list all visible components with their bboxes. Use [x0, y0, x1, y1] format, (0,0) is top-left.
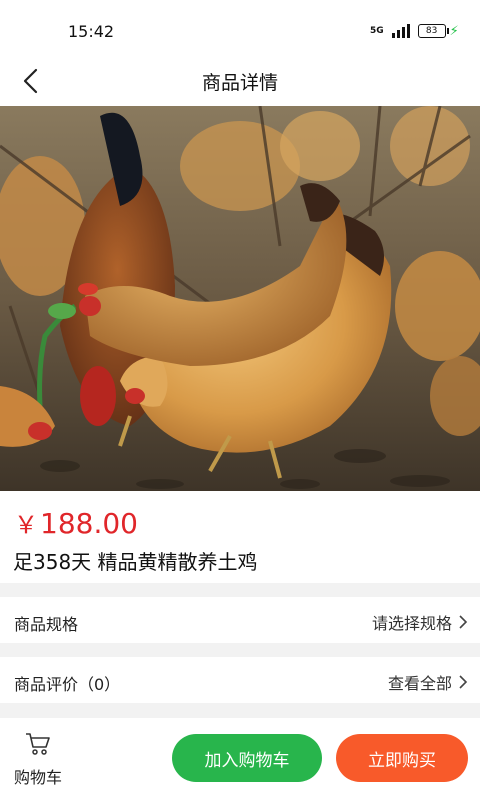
- battery-icon: 83 ⚡: [417, 23, 459, 39]
- chevron-right-icon: [459, 615, 468, 629]
- cart-label: 购物车: [13, 768, 62, 787]
- buy-now-button[interactable]: 立即购买: [336, 734, 468, 782]
- status-icons: 5G 83 ⚡: [370, 22, 459, 40]
- price-block: ￥188.00 足358天 精品黄精散养土鸡: [0, 491, 480, 583]
- bottom-action-bar: 购物车 加入购物车 立即购买: [0, 718, 480, 800]
- chevron-right-icon: [459, 675, 468, 689]
- charging-icon: ⚡: [449, 23, 459, 39]
- status-bar: 15:42 5G 83 ⚡: [0, 0, 480, 56]
- spec-value: 请选择规格: [371, 614, 452, 633]
- view-all-label: 查看全部: [387, 674, 452, 693]
- battery-level: 83: [417, 24, 446, 38]
- product-price: ￥188.00: [14, 505, 138, 540]
- currency-symbol: ￥: [14, 511, 38, 539]
- nav-bar: 商品详情: [0, 56, 480, 106]
- add-to-cart-button[interactable]: 加入购物车: [172, 734, 322, 782]
- signal-icon: [391, 24, 410, 38]
- page-title: 商品详情: [201, 72, 278, 94]
- spec-label: 商品规格: [14, 615, 79, 634]
- spec-row[interactable]: 商品规格 请选择规格: [0, 597, 480, 643]
- status-time: 15:42: [68, 22, 115, 41]
- price-value: 188.00: [40, 507, 138, 540]
- network-label: 5G: [370, 25, 384, 36]
- review-label: 商品评价（0）: [14, 675, 121, 694]
- spec-selector[interactable]: 请选择规格: [372, 610, 468, 634]
- cart-tab[interactable]: 购物车: [10, 732, 66, 792]
- review-row[interactable]: 商品评价（0） 查看全部: [0, 657, 480, 703]
- view-all-reviews[interactable]: 查看全部: [388, 670, 468, 694]
- product-title: 足358天 精品黄精散养土鸡: [13, 550, 258, 574]
- product-image[interactable]: [0, 106, 480, 491]
- shopping-cart-icon: [26, 733, 50, 755]
